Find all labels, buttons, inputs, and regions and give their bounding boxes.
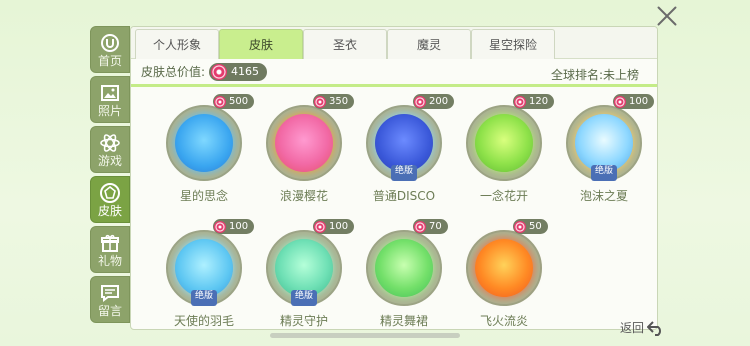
skin-orb-cyan bbox=[175, 239, 233, 297]
sidebar: 首页 照片 游戏 皮肤 礼物 留言 bbox=[90, 26, 130, 326]
atom-icon bbox=[99, 132, 121, 154]
skin-name: 飞火流炎 bbox=[479, 314, 528, 328]
sidebar-item-messages[interactable]: 留言 bbox=[90, 276, 130, 323]
price-badge: 120 bbox=[513, 94, 555, 109]
sidebar-item-label: 皮肤 bbox=[97, 203, 122, 218]
skin-item[interactable]: 500 星的思念 bbox=[151, 94, 255, 203]
skin-price: 120 bbox=[529, 96, 549, 107]
tab-magic-spirit[interactable]: 魔灵 bbox=[387, 29, 471, 59]
skin-orb-green bbox=[475, 114, 533, 172]
sidebar-item-label: 游戏 bbox=[97, 153, 122, 168]
skin-item[interactable]: 50 飞火流炎 bbox=[451, 219, 551, 328]
skin-item[interactable]: 350 浪漫樱花 bbox=[251, 94, 355, 203]
sidebar-item-home[interactable]: 首页 bbox=[90, 26, 130, 73]
candy-icon bbox=[314, 220, 326, 233]
tab-star-exploration[interactable]: 星空探险 bbox=[471, 29, 555, 59]
candy-icon bbox=[314, 95, 326, 108]
price-badge: 100 bbox=[613, 94, 655, 109]
skin-price: 50 bbox=[529, 221, 542, 232]
sidebar-item-label: 照片 bbox=[97, 103, 122, 118]
sidebar-item-gifts[interactable]: 礼物 bbox=[90, 226, 130, 273]
skin-price: 100 bbox=[629, 96, 649, 107]
price-badge: 50 bbox=[513, 219, 548, 234]
price-badge: 100 bbox=[313, 219, 355, 234]
price-badge: 200 bbox=[413, 94, 455, 109]
home-indicator bbox=[270, 333, 460, 338]
skin-name: 星的思念 bbox=[179, 189, 228, 203]
skin-orb-teal bbox=[275, 239, 333, 297]
limited-badge: 绝版 bbox=[391, 165, 417, 181]
skin-grid: 500 星的思念 350 浪漫樱花 绝版 200 普通DISCO 120 一念花… bbox=[131, 87, 657, 329]
price-badge: 350 bbox=[313, 94, 355, 109]
candy-icon bbox=[414, 95, 426, 108]
tab-bar: 个人形象 皮肤 圣衣 魔灵 星空探险 bbox=[131, 27, 657, 59]
candy-icon bbox=[414, 220, 426, 233]
sidebar-item-games[interactable]: 游戏 bbox=[90, 126, 130, 173]
skin-orb-disco bbox=[375, 114, 433, 172]
skin-item[interactable]: 绝版 100 泡沫之夏 bbox=[551, 94, 655, 203]
candy-icon bbox=[514, 220, 526, 233]
skin-price: 350 bbox=[329, 96, 349, 107]
tab-skins[interactable]: 皮肤 bbox=[219, 29, 303, 59]
sidebar-item-label: 首页 bbox=[97, 53, 122, 68]
back-button[interactable]: 返回 bbox=[620, 319, 665, 336]
skin-item[interactable]: 绝版 100 精灵守护 bbox=[251, 219, 355, 328]
sidebar-item-photos[interactable]: 照片 bbox=[90, 76, 130, 123]
global-rank: 全球排名:未上榜 bbox=[550, 68, 639, 82]
total-value: 4165 bbox=[231, 65, 260, 78]
candy-icon bbox=[214, 220, 226, 233]
skin-orb-lime bbox=[375, 239, 433, 297]
skin-name: 浪漫樱花 bbox=[279, 189, 328, 203]
price-badge: 70 bbox=[413, 219, 448, 234]
skin-price: 100 bbox=[229, 221, 249, 232]
tab-holy-clothes[interactable]: 圣衣 bbox=[303, 29, 387, 59]
skin-orb-fire bbox=[475, 239, 533, 297]
skin-name: 精灵舞裙 bbox=[379, 314, 428, 328]
skin-price: 500 bbox=[229, 96, 249, 107]
skin-name: 一念花开 bbox=[479, 189, 528, 203]
info-bar: 皮肤总价值: 4165 全球排名:未上榜 bbox=[131, 59, 657, 87]
sidebar-item-label: 礼物 bbox=[97, 253, 122, 268]
limited-badge: 绝版 bbox=[591, 165, 617, 181]
skin-orb-pink bbox=[275, 114, 333, 172]
skin-price: 70 bbox=[429, 221, 442, 232]
skin-item[interactable]: 70 精灵舞裙 bbox=[351, 219, 451, 328]
candy-icon bbox=[614, 95, 626, 108]
tab-avatar[interactable]: 个人形象 bbox=[135, 29, 219, 59]
home-icon bbox=[99, 32, 121, 54]
back-arrow-icon bbox=[646, 320, 665, 336]
back-label: 返回 bbox=[620, 321, 645, 335]
skin-name: 普通DISCO bbox=[372, 189, 436, 203]
skin-name: 泡沫之夏 bbox=[579, 189, 628, 203]
candy-icon bbox=[214, 95, 226, 108]
skin-panel: 个人形象 皮肤 圣衣 魔灵 星空探险 皮肤总价值: 4165 全球排名:未上榜 … bbox=[130, 26, 658, 330]
price-badge: 100 bbox=[213, 219, 255, 234]
photo-icon bbox=[99, 82, 121, 104]
candy-icon bbox=[514, 95, 526, 108]
skin-name: 精灵守护 bbox=[279, 314, 328, 328]
skin-price: 100 bbox=[329, 221, 349, 232]
price-badge: 500 bbox=[213, 94, 255, 109]
close-button[interactable] bbox=[654, 3, 680, 29]
skin-orb-blue bbox=[175, 114, 233, 172]
total-value-badge: 4165 bbox=[209, 62, 268, 81]
skin-item[interactable]: 绝版 200 普通DISCO bbox=[351, 94, 455, 203]
skin-icon bbox=[99, 182, 121, 204]
skin-item[interactable]: 绝版 100 天使的羽毛 bbox=[151, 219, 255, 328]
skin-price: 200 bbox=[429, 96, 449, 107]
limited-badge: 绝版 bbox=[291, 290, 317, 306]
skin-item[interactable]: 120 一念花开 bbox=[451, 94, 555, 203]
sidebar-item-label: 留言 bbox=[97, 303, 122, 318]
limited-badge: 绝版 bbox=[191, 290, 217, 306]
skin-orb-bubble bbox=[575, 114, 633, 172]
message-icon bbox=[99, 282, 121, 304]
sidebar-item-skins[interactable]: 皮肤 bbox=[90, 176, 130, 223]
candy-icon bbox=[211, 63, 228, 80]
total-value-label: 皮肤总价值: bbox=[141, 65, 206, 79]
gift-icon bbox=[99, 232, 121, 254]
skin-name: 天使的羽毛 bbox=[173, 314, 234, 328]
